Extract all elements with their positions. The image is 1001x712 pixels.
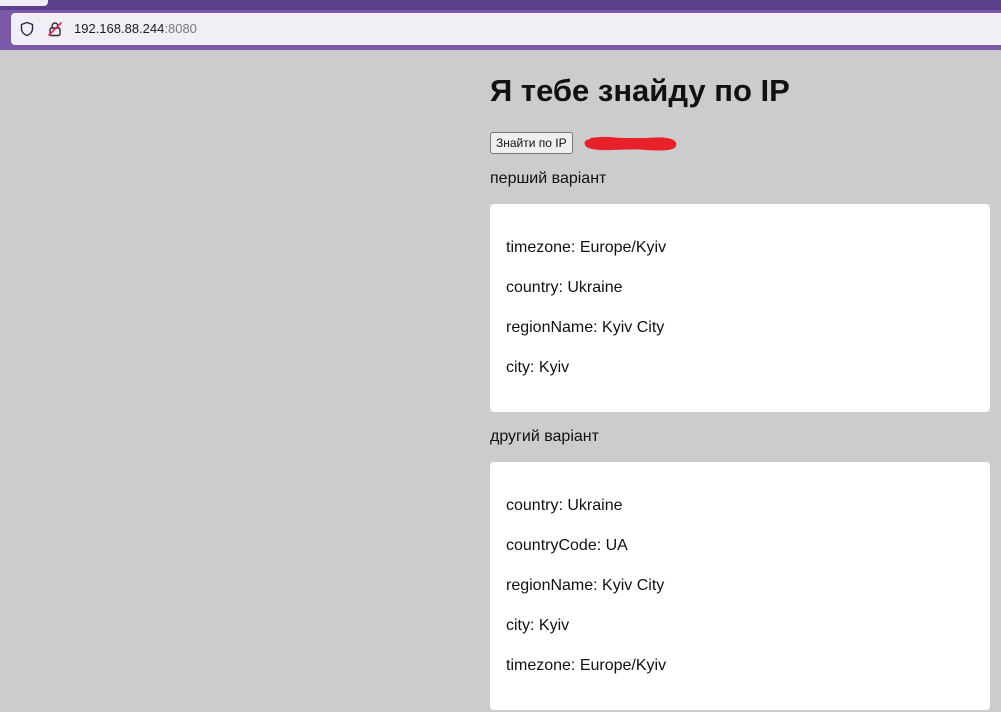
second-city: city: Kyiv: [506, 617, 570, 634]
second-variant-label: другий варіант: [490, 428, 599, 445]
first-country: country: Ukraine: [506, 279, 623, 296]
second-region-name: regionName: Kyiv City: [506, 577, 665, 594]
shield-icon[interactable]: [19, 21, 35, 37]
redacted-ip-scribble: [584, 136, 677, 151]
first-variant-label: перший варіант: [490, 170, 607, 187]
browser-top-strip: [0, 0, 1001, 10]
first-timezone: timezone: Europe/Kyiv: [506, 239, 667, 256]
insecure-lock-icon[interactable]: [47, 21, 63, 37]
url-port: :8080: [164, 21, 197, 36]
page-title: Я тебе знайду по IP: [490, 73, 790, 108]
second-variant-card: country: Ukraine countryCode: UA regionN…: [490, 462, 990, 710]
find-by-ip-button[interactable]: Знайти по IP: [490, 132, 573, 154]
url-text[interactable]: 192.168.88.244:8080: [74, 21, 197, 37]
browser-toolbar: 192.168.88.244:8080: [0, 10, 1001, 50]
browser-tab[interactable]: [0, 0, 48, 6]
second-timezone: timezone: Europe/Kyiv: [506, 657, 667, 674]
second-country-code: countryCode: UA: [506, 537, 628, 554]
first-region-name: regionName: Kyiv City: [506, 319, 665, 336]
first-variant-card: timezone: Europe/Kyiv country: Ukraine r…: [490, 204, 990, 412]
url-host: 192.168.88.244: [74, 21, 165, 36]
address-bar[interactable]: 192.168.88.244:8080: [11, 13, 1001, 45]
second-country: country: Ukraine: [506, 497, 623, 514]
first-city: city: Kyiv: [506, 359, 570, 376]
